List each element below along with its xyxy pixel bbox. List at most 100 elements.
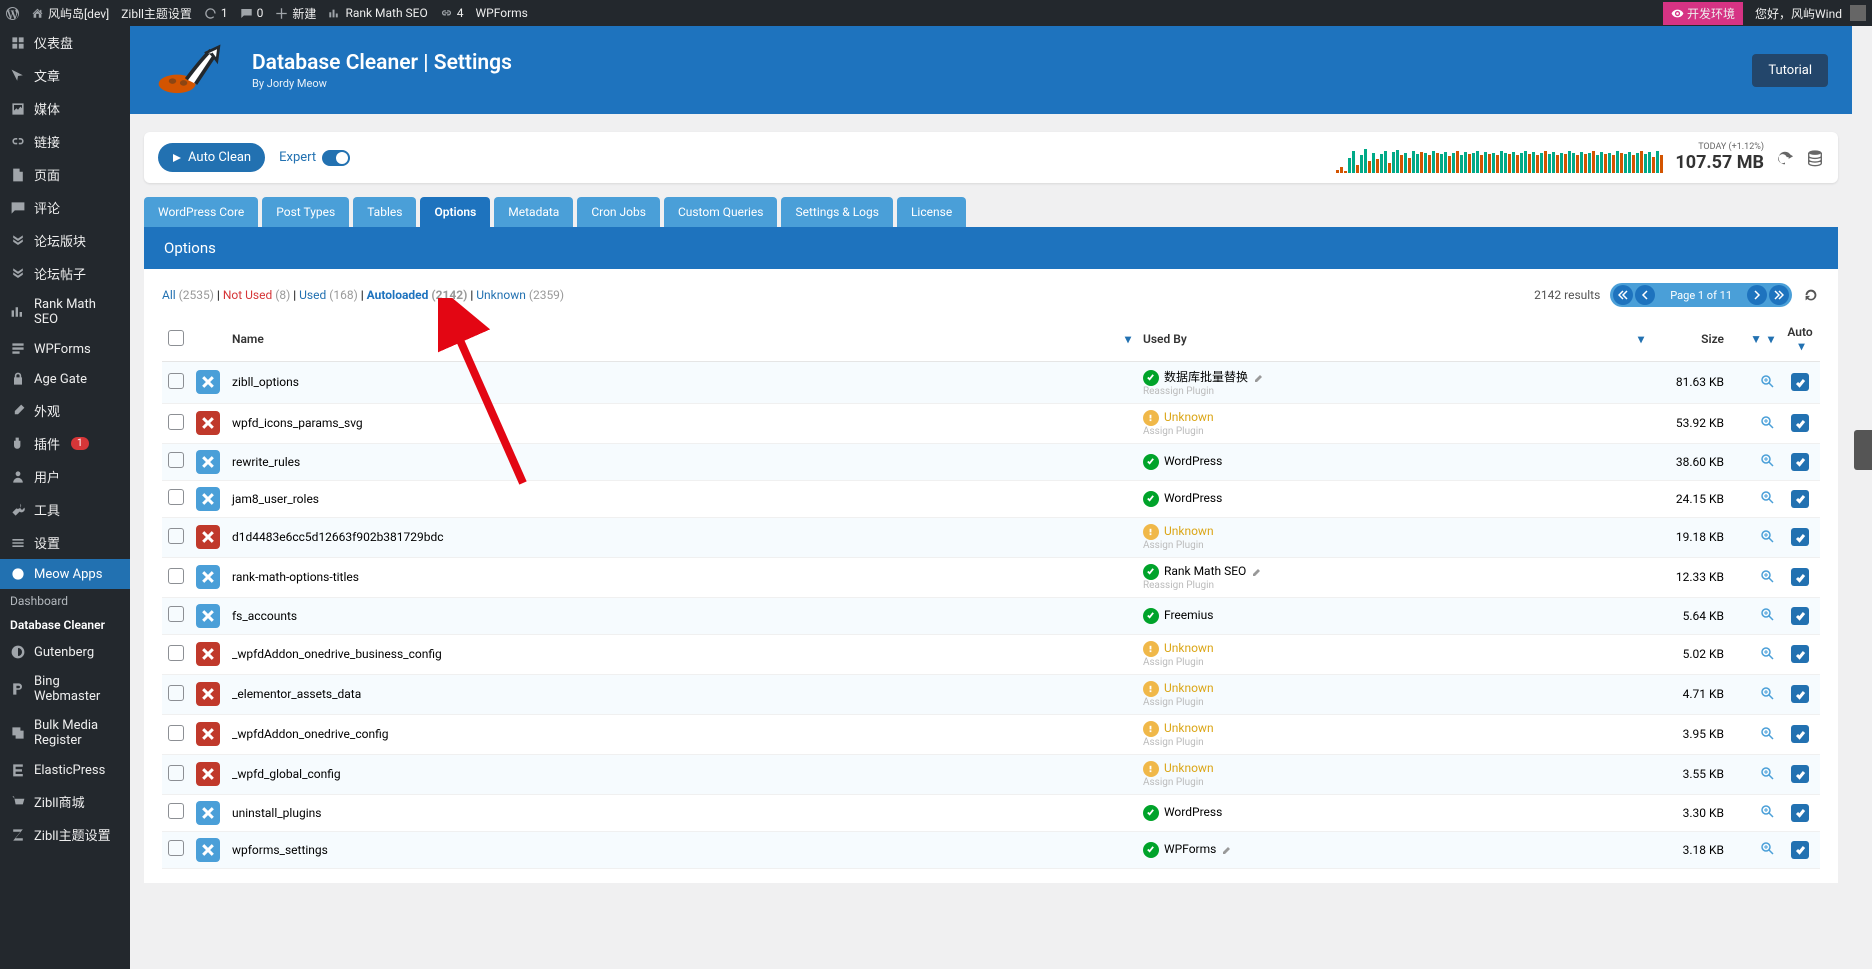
page-last[interactable] — [1769, 285, 1789, 305]
row-checkbox[interactable] — [168, 568, 184, 584]
autoload-checkbox[interactable] — [1791, 568, 1809, 586]
menu-gutenberg[interactable]: Gutenberg — [0, 637, 130, 667]
auto-clean-button[interactable]: Auto Clean — [158, 143, 265, 172]
row-checkbox[interactable] — [168, 606, 184, 622]
delete-button[interactable] — [196, 642, 220, 666]
filter-autoloaded[interactable]: Autoloaded (2142) — [367, 288, 468, 302]
delete-button[interactable] — [196, 762, 220, 786]
reload-icon[interactable] — [1802, 286, 1820, 304]
row-checkbox[interactable] — [168, 452, 184, 468]
tab-options[interactable]: Options — [420, 197, 490, 227]
autoload-checkbox[interactable] — [1791, 490, 1809, 508]
menu-bing-webmaster[interactable]: Bing Webmaster — [0, 667, 130, 711]
delete-button[interactable] — [196, 682, 220, 706]
filter-unknown[interactable]: Unknown (2359) — [476, 288, 564, 302]
menu-bulk-media-register[interactable]: Bulk Media Register — [0, 711, 130, 755]
inspect-icon[interactable] — [1760, 415, 1774, 429]
submenu-database-cleaner[interactable]: Database Cleaner — [0, 613, 130, 637]
menu-评论[interactable]: 评论 — [0, 191, 130, 224]
delete-button[interactable] — [196, 801, 220, 825]
wpforms-link[interactable]: WPForms — [476, 6, 528, 20]
inspect-icon[interactable] — [1760, 646, 1774, 660]
sort-usedby-icon[interactable]: ▾ — [1638, 332, 1644, 346]
tab-wordpress-core[interactable]: WordPress Core — [144, 197, 258, 227]
row-checkbox[interactable] — [168, 765, 184, 781]
tutorial-button[interactable]: Tutorial — [1752, 54, 1828, 87]
col-size[interactable]: Size — [1650, 317, 1730, 362]
database-icon[interactable] — [1806, 149, 1824, 167]
comments-link[interactable]: 0 — [240, 6, 264, 20]
menu-论坛帖子[interactable]: 论坛帖子 — [0, 257, 130, 290]
inspect-icon[interactable] — [1760, 453, 1774, 467]
inspect-icon[interactable] — [1760, 607, 1774, 621]
inspect-icon[interactable] — [1760, 490, 1774, 504]
wp-logo[interactable] — [6, 7, 19, 20]
autoload-checkbox[interactable] — [1791, 765, 1809, 783]
row-checkbox[interactable] — [168, 725, 184, 741]
delete-button[interactable] — [196, 370, 220, 394]
menu-媒体[interactable]: 媒体 — [0, 92, 130, 125]
col-name[interactable]: Name — [226, 317, 1116, 362]
autoload-checkbox[interactable] — [1791, 528, 1809, 546]
submenu-dashboard[interactable]: Dashboard — [0, 589, 130, 613]
menu-工具[interactable]: 工具 — [0, 493, 130, 526]
autoload-checkbox[interactable] — [1791, 645, 1809, 663]
refresh-icon[interactable] — [1776, 149, 1794, 167]
tab-settings-logs[interactable]: Settings & Logs — [781, 197, 892, 227]
site-name[interactable]: 风屿岛[dev] — [31, 5, 109, 22]
rankmath-link[interactable]: Rank Math SEO — [328, 6, 427, 20]
tab-metadata[interactable]: Metadata — [494, 197, 573, 227]
permalinks-link[interactable]: 4 — [440, 6, 464, 20]
menu-zibll主题设置[interactable]: Zibll主题设置 — [0, 818, 130, 851]
menu-论坛版块[interactable]: 论坛版块 — [0, 224, 130, 257]
updates-link[interactable]: 1 — [204, 6, 228, 20]
menu-插件[interactable]: 插件1 — [0, 427, 130, 460]
filter-used[interactable]: Used (168) — [299, 288, 358, 302]
row-checkbox[interactable] — [168, 645, 184, 661]
delete-button[interactable] — [196, 487, 220, 511]
tab-license[interactable]: License — [897, 197, 966, 227]
filter-not-used[interactable]: Not Used (8) — [223, 288, 290, 302]
zibll-settings-link[interactable]: Zibll主题设置 — [121, 5, 192, 22]
tab-cron-jobs[interactable]: Cron Jobs — [577, 197, 660, 227]
delete-button[interactable] — [196, 565, 220, 589]
select-all-checkbox[interactable] — [168, 330, 184, 346]
filter-all[interactable]: All (2535) — [162, 288, 214, 302]
menu-设置[interactable]: 设置 — [0, 526, 130, 559]
delete-button[interactable] — [196, 525, 220, 549]
inspect-icon[interactable] — [1760, 726, 1774, 740]
expert-toggle[interactable]: Expert — [279, 150, 350, 166]
page-prev[interactable] — [1635, 285, 1655, 305]
col-usedby[interactable]: Used By — [1137, 317, 1629, 362]
row-checkbox[interactable] — [168, 528, 184, 544]
inspect-icon[interactable] — [1760, 374, 1774, 388]
side-handle[interactable] — [1854, 430, 1872, 470]
row-checkbox[interactable] — [168, 803, 184, 819]
menu-zibll商城[interactable]: Zibll商城 — [0, 785, 130, 818]
tab-custom-queries[interactable]: Custom Queries — [664, 197, 778, 227]
delete-button[interactable] — [196, 450, 220, 474]
menu-用户[interactable]: 用户 — [0, 460, 130, 493]
inspect-icon[interactable] — [1760, 804, 1774, 818]
row-checkbox[interactable] — [168, 373, 184, 389]
delete-button[interactable] — [196, 411, 220, 435]
row-checkbox[interactable] — [168, 685, 184, 701]
tab-post-types[interactable]: Post Types — [262, 197, 349, 227]
col-auto[interactable]: Auto ▾ — [1780, 317, 1820, 362]
new-link[interactable]: 新建 — [275, 5, 316, 22]
menu-age-gate[interactable]: Age Gate — [0, 364, 130, 394]
autoload-checkbox[interactable] — [1791, 725, 1809, 743]
sort-name-icon[interactable]: ▾ — [1125, 332, 1131, 346]
inspect-icon[interactable] — [1760, 569, 1774, 583]
filter-size-icon[interactable]: ▼ — [1750, 332, 1762, 346]
page-first[interactable] — [1613, 285, 1633, 305]
autoload-checkbox[interactable] — [1791, 607, 1809, 625]
menu-meow-apps[interactable]: Meow Apps — [0, 559, 130, 589]
menu-链接[interactable]: 链接 — [0, 125, 130, 158]
row-checkbox[interactable] — [168, 489, 184, 505]
delete-button[interactable] — [196, 722, 220, 746]
menu-elasticpress[interactable]: ElasticPress — [0, 755, 130, 785]
menu-rank-math-seo[interactable]: Rank Math SEO — [0, 290, 130, 334]
account-link[interactable]: 您好，风屿Wind — [1755, 5, 1866, 22]
row-checkbox[interactable] — [168, 840, 184, 856]
